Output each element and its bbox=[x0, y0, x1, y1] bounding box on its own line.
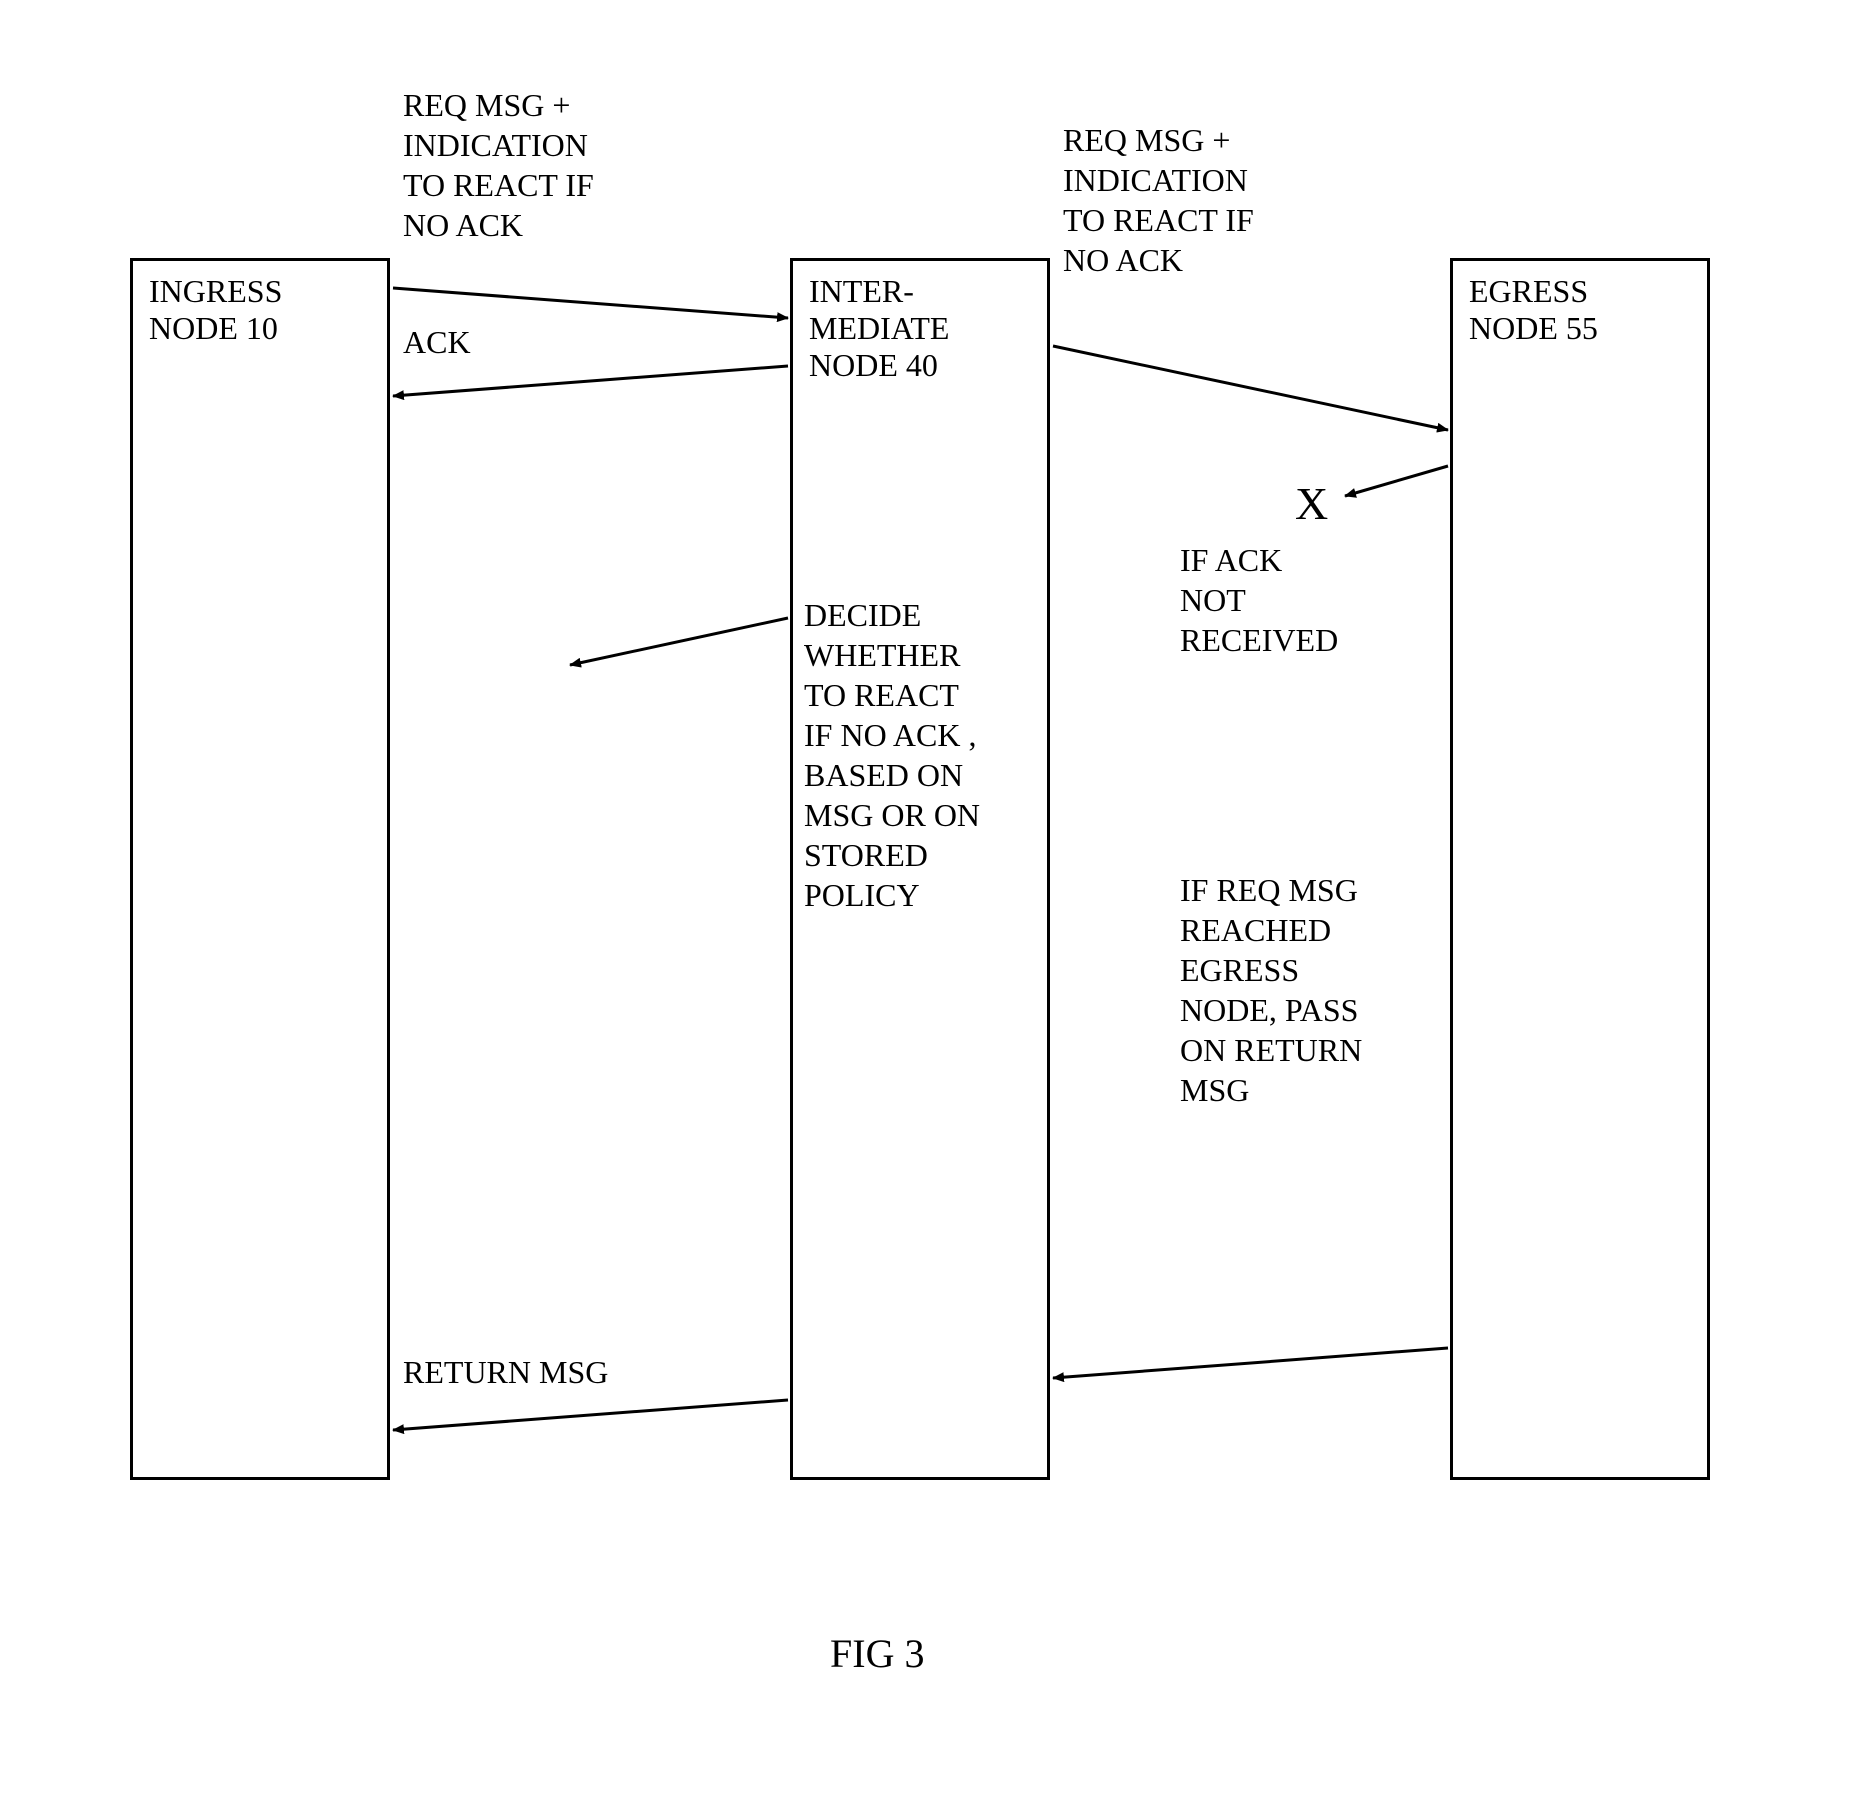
intermediate-node-title-line3: NODE 40 bbox=[809, 347, 1031, 384]
return-msg-label: RETURN MSG bbox=[403, 1352, 608, 1392]
arrow-return-intermediate-to-ingress bbox=[393, 1400, 788, 1430]
ingress-node-box: INGRESS NODE 10 bbox=[130, 258, 390, 1480]
intermediate-node-title-line2: MEDIATE bbox=[809, 310, 1031, 347]
intermediate-node-title-line1: INTER- bbox=[809, 273, 1031, 310]
arrow-return-egress-to-intermediate bbox=[1053, 1348, 1448, 1378]
arrow-decide-to-ingress bbox=[570, 618, 788, 665]
ingress-node-title-line1: INGRESS bbox=[149, 273, 371, 310]
figure-caption: FIG 3 bbox=[830, 1630, 924, 1677]
egress-node-title-line2: NODE 55 bbox=[1469, 310, 1691, 347]
arrow-failed-ack bbox=[1345, 466, 1448, 496]
egress-pass-label: IF REQ MSG REACHED EGRESS NODE, PASS ON … bbox=[1180, 870, 1362, 1110]
arrow-req1 bbox=[393, 288, 788, 318]
ack-label: ACK bbox=[403, 322, 471, 362]
req-msg-1-label: REQ MSG + INDICATION TO REACT IF NO ACK bbox=[403, 85, 594, 245]
ingress-node-title-line2: NODE 10 bbox=[149, 310, 371, 347]
req-msg-2-label: REQ MSG + INDICATION TO REACT IF NO ACK bbox=[1063, 120, 1254, 280]
ack-not-received-label: IF ACK NOT RECEIVED bbox=[1180, 540, 1338, 660]
arrow-ack bbox=[393, 366, 788, 396]
egress-node-title-line1: EGRESS bbox=[1469, 273, 1691, 310]
arrow-req2 bbox=[1053, 346, 1448, 430]
decide-label: DECIDE WHETHER TO REACT IF NO ACK , BASE… bbox=[804, 595, 980, 915]
fail-mark: X bbox=[1295, 475, 1328, 533]
egress-node-box: EGRESS NODE 55 bbox=[1450, 258, 1710, 1480]
